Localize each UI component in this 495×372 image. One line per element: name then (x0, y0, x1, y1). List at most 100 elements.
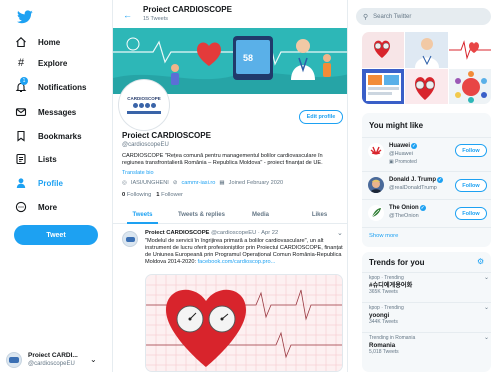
header-title: Proiect CARDIOSCOPE (143, 5, 232, 14)
location-icon: ◎ (122, 180, 127, 186)
nav-home[interactable]: Home (14, 32, 60, 52)
tweet-author[interactable]: Proiect CARDIOSCOPE (145, 230, 209, 236)
promoted-icon: ▣ (389, 159, 394, 165)
follow-button-trump[interactable]: Follow (455, 179, 487, 192)
media-grid[interactable] (362, 32, 491, 104)
nav-messages[interactable]: Messages (14, 102, 76, 122)
trend-item[interactable]: kpop · Trending yoongi 344K Tweets ⌄ (369, 305, 489, 326)
notification-badge: 1 (20, 77, 28, 85)
onion-avatar (368, 205, 384, 221)
translate-bio-link[interactable]: Translate bio (122, 170, 154, 176)
chevron-down-icon: ⌄ (90, 355, 97, 364)
suggested-user-trump[interactable]: Donald J. Trump ✓ @realDonaldTrump Follow (362, 173, 491, 199)
media-thumb-3[interactable] (448, 32, 491, 68)
trend-chevron-icon[interactable]: ⌄ (484, 275, 489, 282)
media-thumb-6[interactable] (448, 68, 491, 104)
trend-item[interactable]: Trending in Romania Romania 5,018 Tweets… (369, 335, 489, 356)
link-icon: ⊘ (172, 180, 178, 186)
home-icon (14, 35, 28, 49)
huawei-handle: @Huawei (389, 151, 413, 157)
account-handle: @cardioscopeEU (28, 361, 75, 367)
hashtag-icon: # (17, 57, 25, 69)
trend-count: 344K Tweets (369, 319, 398, 325)
who-to-follow-title: You might like (369, 121, 424, 130)
profile-joined: Joined February 2020 (228, 180, 284, 186)
profile-website-link[interactable]: cammr-iasi.ro (182, 180, 216, 186)
nav-explore[interactable]: # Explore (14, 53, 67, 73)
right-sidebar: ⚲ Search Twitter You might like Huawei ✓… (356, 0, 495, 372)
nav-bookmarks[interactable]: Bookmarks (14, 126, 82, 146)
nav-profile[interactable]: Profile (14, 173, 63, 193)
media-thumb-5[interactable] (405, 68, 448, 104)
trend-chevron-icon[interactable]: ⌄ (484, 305, 489, 312)
nav-messages-label: Messages (38, 107, 77, 117)
following-label[interactable]: Following (127, 192, 152, 198)
media-thumb-4[interactable] (362, 68, 405, 104)
onion-handle: @TheOnion (389, 213, 419, 219)
search-box[interactable]: ⚲ Search Twitter (356, 8, 491, 25)
trend-name: #슈디에게용어화 (369, 282, 413, 289)
promoted-label: Promoted (395, 159, 417, 165)
trend-meta: Trending in Romania (369, 335, 416, 341)
follow-stats: 0 Following 1 Follower (122, 192, 183, 198)
settings-gear-icon[interactable]: ⚙ (477, 257, 484, 266)
profile-meta: ◎ IASI/UNGHENI ⊘ cammr-iasi.ro ▦ Joined … (122, 180, 283, 186)
nav-notifications-label: Notifications (38, 82, 87, 92)
profile-avatar[interactable]: CARDIOSCOPE (119, 80, 169, 130)
tweet-date[interactable]: Apr 22 (261, 230, 278, 236)
heart-ecg-illustration (146, 275, 342, 371)
suggested-user-huawei[interactable]: Huawei ✓ @Huawei ▣ Promoted Follow (362, 139, 491, 165)
edit-profile-button[interactable]: Edit profile (299, 110, 343, 124)
nav-lists[interactable]: Lists (14, 149, 57, 169)
tab-tweets[interactable]: Tweets (113, 206, 172, 224)
bookmark-icon (14, 129, 28, 143)
search-icon: ⚲ (363, 13, 369, 21)
follow-button-onion[interactable]: Follow (455, 207, 487, 220)
tweet[interactable]: Proiect CARDIOSCOPE @cardioscopeEU · Apr… (113, 226, 347, 372)
tweet-text: "Modelul de servicii în îngrijirea prima… (145, 238, 345, 266)
following-count[interactable]: 0 (122, 192, 125, 198)
nav-home-label: Home (38, 37, 61, 47)
nav-lists-label: Lists (38, 154, 57, 164)
calendar-icon: ▦ (219, 180, 225, 186)
tab-media[interactable]: Media (231, 206, 290, 223)
media-thumb-2[interactable] (405, 32, 448, 68)
suggested-user-onion[interactable]: The Onion ✓ @TheOnion Follow (362, 201, 491, 227)
trend-meta: kpop · Trending (369, 305, 404, 311)
tweet-button[interactable]: Tweet (14, 225, 98, 245)
left-nav: Home # Explore 1 Notifications Messages … (0, 0, 112, 372)
followers-count[interactable]: 1 (156, 192, 159, 198)
account-name: Proiect CARDI... (28, 352, 78, 359)
banner-screen-text: 58 (243, 53, 253, 63)
list-icon (14, 152, 28, 166)
twitter-logo-icon[interactable] (17, 10, 33, 24)
media-thumb-1[interactable] (362, 32, 405, 68)
envelope-icon (14, 105, 28, 119)
nav-explore-label: Explore (38, 58, 68, 68)
profile-column: ← Proiect CARDIOSCOPE 15 Tweets 58 CARDI… (112, 0, 348, 372)
profile-tabs: Tweets Tweets & replies Media Likes (113, 206, 347, 224)
tweet-media-image[interactable] (145, 274, 343, 372)
account-switcher[interactable]: Proiect CARDI... @cardioscopeEU ⌄ (6, 351, 118, 369)
trend-meta: kpop · Trending (369, 275, 404, 281)
trend-chevron-icon[interactable]: ⌄ (484, 335, 489, 342)
person-icon (14, 176, 28, 190)
tab-likes[interactable]: Likes (290, 206, 347, 223)
tweet-menu-chevron-icon[interactable]: ⌄ (337, 229, 343, 237)
trends-card: Trends for you ⚙ kpop · Trending #슈디에게용어… (362, 252, 491, 372)
profile-location: IASI/UNGHENI (130, 180, 169, 186)
tweet-link[interactable]: facebook.com/cardioscop.pro... (198, 259, 276, 265)
tweet-avatar[interactable] (122, 231, 138, 247)
show-more-link[interactable]: Show more (369, 233, 398, 239)
verified-badge-icon: ✓ (419, 205, 426, 211)
nav-more[interactable]: More (14, 197, 57, 217)
profile-bio: CARDIOSCOPE "Rețea comună pentru managem… (122, 153, 323, 166)
trend-item[interactable]: kpop · Trending #슈디에게용어화 365K Tweets ⌄ (369, 275, 489, 296)
trend-count: 5,018 Tweets (369, 349, 399, 355)
tab-tweets-replies[interactable]: Tweets & replies (172, 206, 231, 223)
followers-label[interactable]: Follower (161, 192, 183, 198)
follow-button-huawei[interactable]: Follow (455, 144, 487, 157)
nav-profile-label: Profile (38, 178, 63, 188)
back-arrow-icon[interactable]: ← (123, 10, 132, 20)
nav-notifications[interactable]: 1 Notifications (14, 77, 86, 97)
